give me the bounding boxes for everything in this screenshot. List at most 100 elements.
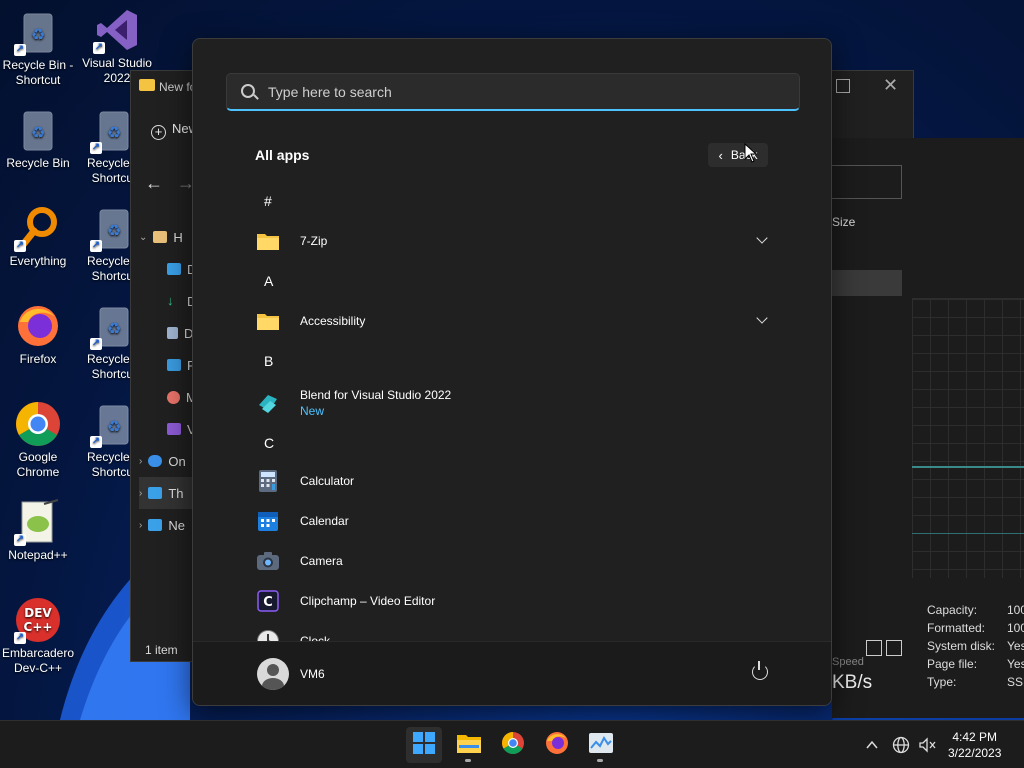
explorer-new-button[interactable]: + New	[151, 121, 198, 140]
app-item-accessibility[interactable]: Accessibility	[193, 301, 831, 341]
visual-studio-icon: ↗	[93, 6, 141, 54]
sidebar-item-onedrive[interactable]: › On	[139, 445, 197, 477]
taskbar-chrome[interactable]	[495, 727, 531, 763]
chevron-down-icon[interactable]	[756, 312, 768, 324]
app-item-camera[interactable]: Camera	[193, 541, 831, 581]
user-name[interactable]: VM6	[300, 667, 325, 681]
sidebar-item-this-pc[interactable]: › Th	[139, 477, 197, 509]
firefox-icon	[14, 302, 62, 350]
app-item-clipchamp[interactable]: C Clipchamp – Video Editor	[193, 581, 831, 621]
power-icon[interactable]	[752, 661, 768, 680]
svg-text:♻: ♻	[107, 417, 121, 436]
taskbar-firefox[interactable]	[539, 727, 575, 763]
network-icon	[148, 519, 163, 531]
explorer-status: 1 item	[145, 643, 178, 657]
task-manager-icon	[589, 732, 613, 758]
property-value: 100	[1007, 603, 1024, 617]
chevron-up-icon[interactable]	[864, 721, 880, 768]
desktop-icon-notepadpp[interactable]: ↗ Notepad++	[0, 498, 76, 563]
maximize-icon[interactable]	[836, 79, 850, 93]
sidebar-item-label: Ne	[168, 517, 185, 533]
explorer-title: New fo	[159, 80, 197, 94]
sidebar-item-pictures[interactable]: P	[139, 349, 197, 381]
sidebar-item-home[interactable]: ⌄ H	[139, 221, 197, 253]
chevron-down-icon[interactable]	[756, 232, 768, 244]
running-indicator	[597, 759, 603, 762]
view-buttons[interactable]	[866, 640, 902, 656]
cloud-icon	[148, 455, 163, 467]
close-icon[interactable]: ✕	[883, 75, 898, 96]
desktop-icon-label: Recycle Bin	[6, 156, 70, 170]
desktop-icon-google-chrome[interactable]: Google Chrome	[0, 400, 76, 480]
app-item-calculator[interactable]: Calculator	[193, 461, 831, 501]
property-row: Formatted: 100	[927, 619, 1024, 637]
clock-time: 4:42 PM	[952, 730, 998, 744]
app-name: Accessibility	[300, 314, 366, 328]
tile-view-icon[interactable]	[886, 640, 902, 656]
sidebar-item-desktop[interactable]: D	[139, 253, 197, 285]
pictures-icon	[167, 359, 181, 371]
svg-text:C++: C++	[24, 620, 53, 634]
running-indicator	[465, 759, 471, 762]
computer-icon	[148, 487, 163, 499]
section-header-hash[interactable]: #	[193, 181, 831, 221]
sidebar-item-music[interactable]: M	[139, 381, 197, 413]
list-view-icon[interactable]	[866, 640, 882, 656]
clipchamp-icon: C	[256, 589, 280, 613]
back-button[interactable]: ‹ Back	[708, 143, 768, 167]
speed-value: KB/s	[832, 672, 873, 693]
volume-muted-icon[interactable]	[918, 721, 936, 768]
video-icon	[167, 423, 181, 435]
sidebar-item-documents[interactable]: D	[139, 317, 197, 349]
back-arrow-icon[interactable]: ←	[145, 173, 177, 193]
selected-row[interactable]	[832, 270, 902, 296]
app-name: Calendar	[300, 514, 349, 528]
property-value: SSD	[1007, 675, 1024, 689]
calculator-icon	[256, 469, 280, 493]
size-column-header[interactable]: Size	[832, 215, 855, 229]
taskbar-file-explorer[interactable]	[451, 727, 487, 763]
section-header-a[interactable]: A	[193, 261, 831, 301]
desktop-icon-firefox[interactable]: Firefox	[0, 302, 76, 367]
section-header-b[interactable]: B	[193, 341, 831, 381]
task-manager-window[interactable]: Size Speed KB/s Capacity: 100 Formatted: 1…	[832, 138, 1024, 718]
chrome-icon	[501, 731, 525, 760]
app-name: Camera	[300, 554, 343, 568]
desktop-icon-label: Everything	[9, 254, 67, 268]
firefox-icon	[545, 731, 569, 760]
network-globe-icon[interactable]	[892, 721, 910, 768]
start-button[interactable]	[406, 727, 442, 763]
taskman-search-box[interactable]	[832, 165, 902, 199]
devcpp-icon: DEV C++ ↗	[14, 596, 62, 644]
download-icon: ↓	[167, 293, 174, 308]
start-menu[interactable]: All apps ‹ Back # 7-Zip A Accessibility …	[192, 38, 832, 706]
desktop-icon-recycle-bin[interactable]: ♻ Recycle Bin	[0, 106, 76, 171]
app-item-7zip[interactable]: 7-Zip	[193, 221, 831, 261]
taskbar-clock[interactable]: 4:42 PM 3/22/2023	[948, 729, 1001, 761]
all-apps-list[interactable]: # 7-Zip A Accessibility B Blend for Visu…	[193, 181, 831, 643]
sidebar-item-network[interactable]: › Ne	[139, 509, 197, 541]
start-menu-footer: VM6	[193, 641, 831, 705]
taskbar-task-manager[interactable]	[583, 727, 619, 763]
app-name: Calculator	[300, 474, 355, 488]
search-input[interactable]	[268, 81, 768, 103]
desktop-icon-label: Embarcadero Dev-C++	[1, 646, 75, 675]
sidebar-item-downloads[interactable]: ↓D	[139, 285, 197, 317]
folder-icon	[139, 79, 155, 91]
desktop-icon-dev-cpp[interactable]: DEV C++ ↗ Embarcadero Dev-C++	[0, 596, 76, 676]
disk-properties: Capacity: 100 Formatted: 100 System disk: Y…	[927, 601, 1024, 691]
start-search-box[interactable]	[226, 73, 800, 111]
desktop-icon-everything[interactable]: ↗ Everything	[0, 204, 76, 269]
app-item-blend[interactable]: Blend for Visual Studio 2022 New	[193, 381, 831, 425]
plus-circle-icon: +	[151, 125, 166, 140]
sidebar-item-videos[interactable]: V	[139, 413, 197, 445]
camera-icon	[256, 549, 280, 573]
app-item-calendar[interactable]: Calendar	[193, 501, 831, 541]
chrome-icon	[14, 400, 62, 448]
desktop-icon-recycle-bin-shortcut[interactable]: ♻ ↗ Recycle Bin - Shortcut	[0, 8, 76, 88]
folder-icon	[256, 229, 280, 253]
app-item-clock[interactable]: Clock	[193, 621, 831, 643]
section-header-c[interactable]: C	[193, 425, 831, 461]
property-value: 100	[1007, 621, 1024, 635]
user-avatar-icon[interactable]	[257, 658, 289, 690]
